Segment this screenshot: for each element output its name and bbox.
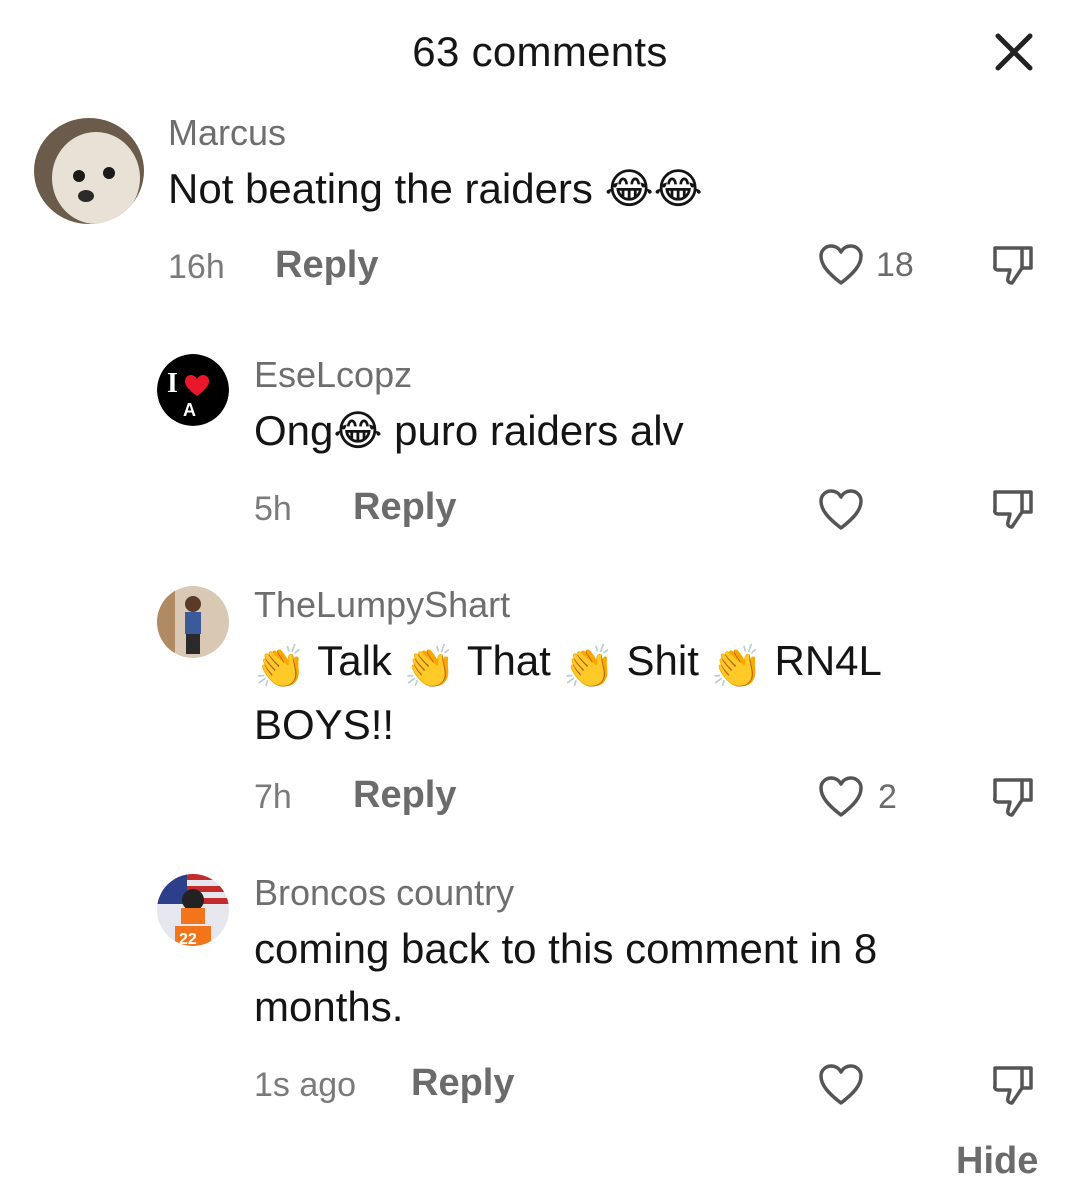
like-button[interactable]: [818, 488, 864, 532]
reply-button[interactable]: Reply: [353, 774, 456, 817]
comment-username[interactable]: Broncos country: [254, 872, 514, 914]
dislike-button[interactable]: [990, 1062, 1036, 1108]
reply-button[interactable]: Reply: [411, 1062, 514, 1105]
comment-text-word: RN4L: [774, 637, 882, 684]
dislike-button[interactable]: [990, 242, 1036, 288]
like-button[interactable]: [818, 1063, 864, 1107]
dislike-button[interactable]: [990, 486, 1036, 532]
comment-username[interactable]: Marcus: [168, 112, 286, 154]
clapping-hands-icon: 👏: [710, 643, 763, 690]
avatar[interactable]: 22: [157, 874, 229, 946]
comment-text-line: coming back to this comment in 8: [254, 925, 878, 972]
svg-text:I: I: [167, 368, 178, 399]
like-count: 18: [876, 246, 914, 284]
comment-text-line: months.: [254, 983, 404, 1030]
comment-text: 👏 Talk 👏 That 👏 Shit 👏 RN4L BOYS!!: [254, 632, 994, 754]
heart-icon: [819, 244, 863, 285]
heart-icon: [819, 1064, 863, 1105]
svg-text:22: 22: [179, 931, 197, 946]
thumbs-down-icon: [993, 490, 1033, 529]
comment-text: Ong😂 puro raiders alv: [254, 407, 684, 454]
like-button[interactable]: [818, 243, 864, 287]
comment-text-word: Talk: [317, 637, 392, 684]
like-button[interactable]: [818, 775, 864, 819]
heart-icon: [819, 489, 863, 530]
comment-text-word: Shit: [626, 637, 699, 684]
thumbs-down-icon: [993, 778, 1033, 817]
thumbs-down-icon: [993, 246, 1033, 285]
reply-button[interactable]: Reply: [275, 244, 378, 287]
avatar[interactable]: I A: [157, 354, 229, 426]
svg-text:A: A: [183, 400, 196, 420]
comment-timestamp: 16h: [168, 248, 225, 286]
close-icon: [995, 33, 1033, 71]
comments-count-title: 63 comments: [412, 28, 668, 75]
thumbs-down-icon: [993, 1066, 1033, 1105]
avatar[interactable]: [34, 118, 144, 224]
comment-timestamp: 5h: [254, 490, 292, 528]
comment-text-line: BOYS!!: [254, 701, 395, 748]
close-button[interactable]: [990, 28, 1038, 76]
comment-username[interactable]: TheLumpyShart: [254, 584, 510, 626]
comment-text-word: That: [466, 637, 551, 684]
dislike-button[interactable]: [990, 774, 1036, 820]
reply-button[interactable]: Reply: [353, 486, 456, 529]
heart-icon: [819, 776, 863, 817]
comment-username[interactable]: EseLcopz: [254, 354, 412, 396]
comment-timestamp: 1s ago: [254, 1066, 357, 1104]
like-count: 2: [878, 778, 897, 816]
avatar[interactable]: [157, 586, 229, 658]
comment-timestamp: 7h: [254, 778, 292, 816]
clapping-hands-icon: 👏: [403, 643, 456, 690]
clapping-hands-icon: 👏: [562, 643, 615, 690]
comment-text: Not beating the raiders 😂😂: [168, 165, 703, 212]
hide-replies-button[interactable]: Hide: [956, 1140, 1038, 1183]
clapping-hands-icon: 👏: [254, 643, 307, 690]
comment-text: coming back to this comment in 8 months.: [254, 920, 1014, 1036]
